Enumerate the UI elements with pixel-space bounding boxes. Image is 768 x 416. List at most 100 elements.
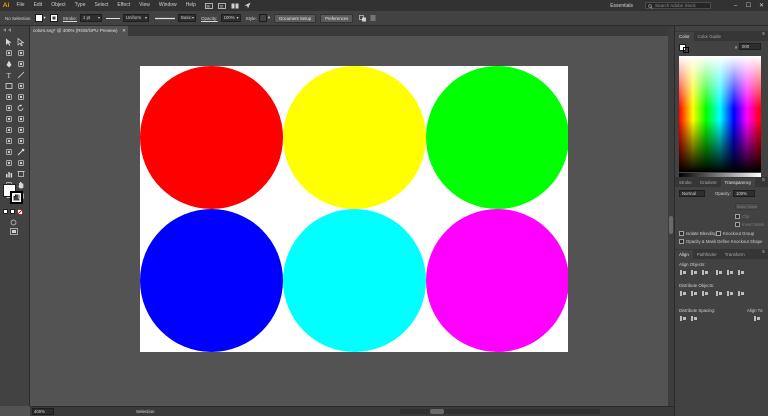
eraser-tool-icon[interactable] — [3, 103, 14, 113]
column-graph-tool-icon[interactable] — [3, 169, 14, 179]
rectangle-tool-icon[interactable] — [3, 81, 14, 91]
fill-color-swatch[interactable] — [34, 14, 43, 22]
document-tab[interactable]: colors.svg* @ 400% (RGB/GPU Preview) ✕ — [30, 26, 128, 36]
maximize-button[interactable]: ☐ — [742, 2, 755, 9]
shape-builder-tool-icon[interactable] — [15, 125, 26, 135]
artboard-tool-icon[interactable] — [15, 169, 26, 179]
distribute-objects-button-3-icon[interactable] — [701, 290, 709, 297]
distribute-objects-button-2-icon[interactable] — [690, 290, 698, 297]
style-dropdown-icon[interactable]: ▾ — [268, 15, 270, 21]
close-window-button[interactable]: ✕ — [755, 2, 768, 9]
stock-search-input[interactable]: Search Adobe Stock — [645, 2, 711, 9]
menu-help[interactable]: Help — [181, 0, 200, 11]
distribute-spacing-button-1-icon[interactable] — [679, 315, 687, 322]
distribute-spacing-button-2-icon[interactable] — [690, 315, 698, 322]
arrange-icon[interactable] — [359, 14, 367, 22]
shaper-tool-icon[interactable] — [3, 92, 14, 102]
eyedropper-tool-icon[interactable] — [15, 147, 26, 157]
stroke-color-swatch[interactable] — [49, 14, 58, 22]
horizontal-scrollbar[interactable] — [400, 409, 600, 414]
tab-transparency[interactable]: Transparency — [720, 178, 756, 187]
align-objects-button-1-icon[interactable] — [679, 269, 687, 276]
panel-menu-icon[interactable] — [370, 15, 376, 21]
tab-align[interactable]: Align — [675, 250, 693, 259]
send-icon[interactable] — [243, 2, 252, 9]
tab-gradient[interactable]: Gradient — [696, 178, 721, 187]
free-transform-tool-icon[interactable] — [3, 125, 14, 135]
lasso-tool-icon[interactable] — [15, 48, 26, 58]
pencil-tool-icon[interactable] — [15, 92, 26, 102]
menu-effect[interactable]: Effect — [113, 0, 135, 11]
transparency-opacity-field[interactable]: 100% — [733, 190, 755, 197]
bridge-icon[interactable]: Br — [204, 2, 213, 9]
blend-tool-icon[interactable] — [3, 158, 14, 168]
direct-selection-tool-icon[interactable] — [15, 37, 26, 47]
circle-red[interactable] — [140, 66, 283, 209]
opacity-mask-knockout-checkbox[interactable] — [679, 239, 684, 244]
align-objects-button-4-icon[interactable] — [715, 269, 723, 276]
paintbrush-tool-icon[interactable] — [15, 81, 26, 91]
isolate-blending-checkbox[interactable] — [679, 231, 684, 236]
rotate-tool-icon[interactable] — [15, 103, 26, 113]
align-objects-button-3-icon[interactable] — [701, 269, 709, 276]
type-tool-icon[interactable]: T — [3, 70, 14, 80]
tab-transform[interactable]: Transform — [721, 250, 749, 259]
clip-checkbox[interactable] — [735, 214, 740, 219]
circle-green[interactable] — [426, 66, 568, 209]
document-close-button[interactable]: ✕ — [122, 26, 126, 36]
arrange-documents-icon[interactable] — [230, 2, 239, 9]
width-tool-icon[interactable] — [15, 114, 26, 124]
fill-dropdown-icon[interactable]: ▾ — [44, 15, 46, 21]
minimize-button[interactable]: – — [729, 3, 742, 9]
zoom-level-field[interactable]: 400% — [32, 408, 54, 415]
menu-edit[interactable]: Edit — [29, 0, 47, 11]
menu-view[interactable]: View — [135, 0, 155, 11]
align-objects-button-5-icon[interactable] — [726, 269, 734, 276]
align-objects-button-6-icon[interactable] — [737, 269, 745, 276]
magic-wand-tool-icon[interactable] — [3, 48, 14, 58]
stroke-label[interactable]: Stroke: — [63, 16, 77, 21]
preferences-button[interactable]: Preferences — [320, 13, 354, 23]
swap-fill-stroke-icon[interactable] — [18, 183, 24, 189]
menu-file[interactable]: File — [12, 0, 29, 11]
menu-type[interactable]: Type — [70, 0, 90, 11]
align-to-selection-icon[interactable] — [753, 315, 761, 322]
distribute-objects-button-6-icon[interactable] — [737, 290, 745, 297]
screen-mode-icon[interactable] — [10, 228, 18, 235]
tab-pathfinder[interactable]: Pathfinder — [693, 250, 721, 259]
align-panel-menu-icon[interactable]: ≡ — [762, 249, 765, 255]
distribute-objects-button-5-icon[interactable] — [726, 290, 734, 297]
curvature-tool-icon[interactable] — [15, 59, 26, 69]
line-segment-tool-icon[interactable] — [15, 70, 26, 80]
circle-blue[interactable] — [140, 209, 283, 352]
hex-value-field[interactable]: 000 — [739, 43, 761, 50]
canvas[interactable] — [30, 36, 668, 406]
variable-width-profile-dropdown[interactable]: Uniform — [123, 14, 150, 22]
stock-icon[interactable]: St — [217, 2, 226, 9]
tab-color-guide[interactable]: Color Guide — [694, 32, 725, 41]
opacity-label[interactable]: Opacity: — [201, 16, 218, 21]
document-setup-button[interactable]: Document Setup — [274, 13, 317, 23]
make-mask-button[interactable]: Make Mask — [735, 203, 759, 210]
transparency-panel-menu-icon[interactable]: ≡ — [762, 177, 765, 183]
artboard[interactable] — [140, 66, 568, 352]
align-objects-button-2-icon[interactable] — [690, 269, 698, 276]
invert-mask-checkbox[interactable] — [735, 222, 740, 227]
distribute-objects-button-4-icon[interactable] — [715, 290, 723, 297]
distribute-objects-button-1-icon[interactable] — [679, 290, 687, 297]
menu-object[interactable]: Object — [47, 0, 70, 11]
menu-window[interactable]: Window — [154, 0, 181, 11]
scale-tool-icon[interactable] — [3, 114, 14, 124]
panel-collapse-icon[interactable] — [3, 28, 11, 32]
mesh-tool-icon[interactable] — [15, 136, 26, 146]
opacity-field[interactable]: 100% — [220, 14, 241, 22]
vertical-scroll-thumb[interactable] — [669, 216, 673, 234]
tab-color[interactable]: Color — [675, 32, 694, 41]
color-panel-menu-icon[interactable]: ≡ — [762, 31, 765, 37]
workspace-switcher[interactable]: Essentials — [610, 3, 633, 9]
none-color-icon[interactable] — [10, 209, 15, 214]
blend-mode-dropdown[interactable]: Normal — [679, 190, 705, 197]
perspective-grid-tool-icon[interactable] — [3, 136, 14, 146]
horizontal-scroll-thumb[interactable] — [430, 409, 444, 414]
knockout-group-checkbox[interactable] — [716, 231, 721, 236]
